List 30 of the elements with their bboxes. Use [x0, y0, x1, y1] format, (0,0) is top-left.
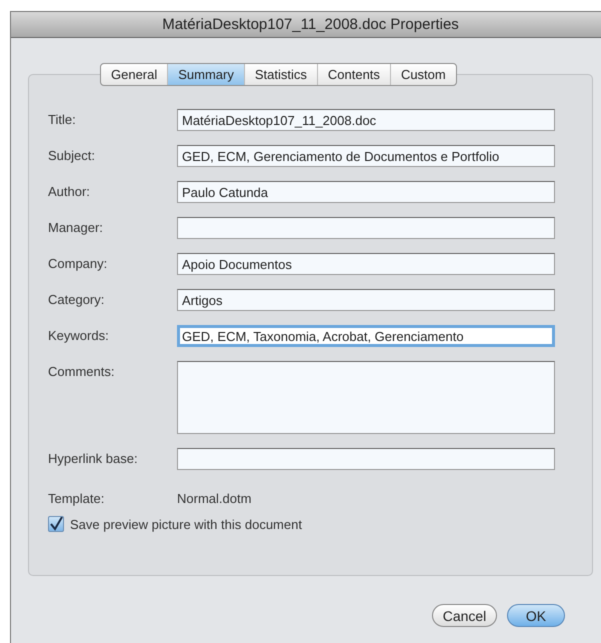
text-area[interactable]	[177, 361, 555, 434]
tab[interactable]: Summary	[168, 64, 245, 85]
cancel-button[interactable]: Cancel	[432, 604, 497, 627]
field-label: Keywords:	[48, 327, 110, 343]
template-value: Normal.dotm	[177, 490, 252, 506]
field-label: Company:	[48, 255, 108, 271]
input-field[interactable]	[177, 217, 555, 239]
input-field[interactable]: Artigos	[177, 289, 555, 311]
checkbox[interactable]	[48, 516, 64, 532]
input-field[interactable]: GED, ECM, Taxonomia, Acrobat, Gerenciamento	[177, 325, 555, 347]
input-field[interactable]	[177, 448, 555, 470]
checkmark-icon	[49, 517, 63, 531]
field-label: Title:	[48, 111, 77, 127]
input-field[interactable]: Apoio Documentos	[177, 253, 555, 275]
window-title: MatériaDesktop107_11_2008.doc Properties	[162, 16, 459, 33]
input-field[interactable]: Paulo Catunda	[177, 181, 555, 203]
field-label: Author:	[48, 183, 91, 199]
template-label: Template:	[48, 490, 106, 506]
tab[interactable]: Contents	[318, 64, 391, 85]
field-label: Subject:	[48, 147, 96, 163]
ok-button[interactable]: OK	[507, 604, 565, 627]
field-label: Hyperlink base:	[48, 450, 139, 466]
input-field[interactable]: GED, ECM, Gerenciamento de Documentos e Portfolio	[177, 145, 555, 167]
field-label: Comments:	[48, 363, 116, 379]
tab[interactable]: Statistics	[244, 64, 318, 85]
field-label: Manager:	[48, 219, 104, 235]
field-label: Category:	[48, 291, 106, 307]
checkbox-label: Save preview picture with this document	[70, 516, 302, 532]
input-field[interactable]: MatériaDesktop107_11_2008.doc	[177, 109, 555, 131]
tab[interactable]: Custom	[390, 64, 456, 85]
